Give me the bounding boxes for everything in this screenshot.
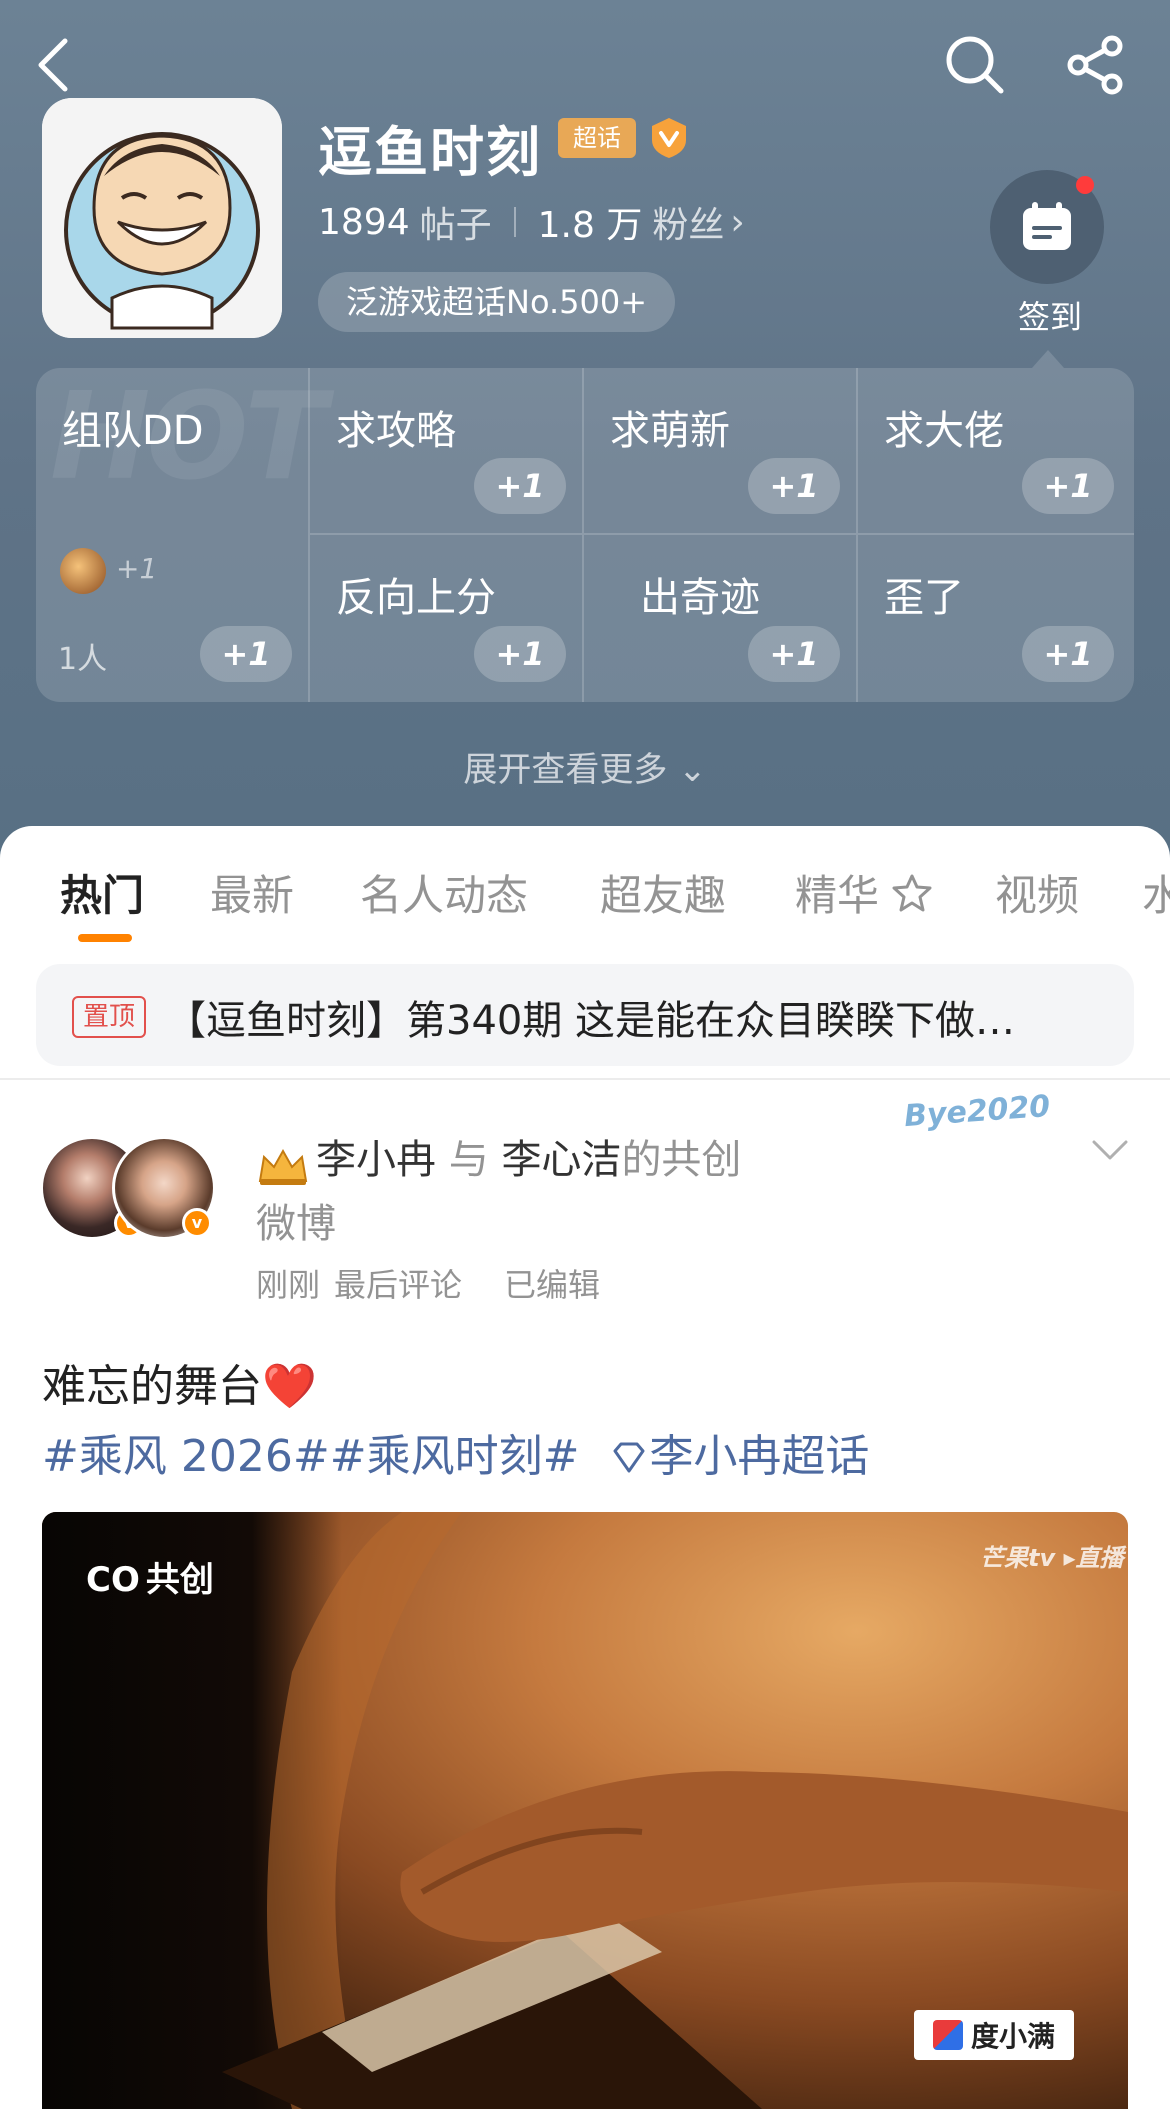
- divider: [0, 1078, 1170, 1080]
- tab-video[interactable]: 视频: [995, 862, 1079, 923]
- diamond-icon: [609, 1431, 649, 1482]
- back-arrow-icon[interactable]: [18, 30, 88, 100]
- cocreate-text: 共创: [145, 1560, 214, 1600]
- calendar-icon: [1023, 202, 1071, 250]
- rank-pill[interactable]: 泛游戏超话No.500+: [318, 272, 676, 332]
- hashtag-link[interactable]: #乘风 2026##乘风时刻#: [42, 1431, 579, 1482]
- tab-latest[interactable]: 最新: [210, 862, 294, 923]
- tag-name: 求大佬: [884, 408, 1004, 454]
- verified-shield-icon: [648, 116, 690, 160]
- tag-name: 求萌新: [610, 408, 730, 454]
- pinned-badge: 置顶: [72, 996, 146, 1038]
- tag-name: 组队DD: [62, 408, 204, 454]
- chevron-down-icon[interactable]: [1090, 1138, 1130, 1166]
- feed-tabs: 热门 最新 名人动态 超友趣 精华 视频 水: [0, 862, 1170, 932]
- pinned-post[interactable]: 置顶 【逗鱼时刻】第340期 这是能在众目睽睽下做…: [36, 964, 1134, 1066]
- super-badge: 超话: [558, 118, 636, 158]
- grid-pointer: [1032, 350, 1064, 368]
- tag-cell-team[interactable]: HOT 组队DD +1 1人 +1: [36, 368, 326, 702]
- supertopic-stats: 1894 帖子 1.8 万 粉丝 ›: [318, 196, 745, 248]
- crown-icon: [256, 1142, 310, 1185]
- pinned-title: 【逗鱼时刻】第340期 这是能在众目睽睽下做…: [166, 998, 1016, 1044]
- team-avatar-plus: +1: [116, 552, 158, 585]
- tag-cell[interactable]: 歪了 +1: [858, 535, 1134, 702]
- share-icon[interactable]: [1060, 30, 1130, 100]
- tag-name: 反向上分: [336, 575, 496, 621]
- plus-one-button[interactable]: +1: [474, 626, 566, 682]
- essence-icon: [892, 874, 932, 912]
- sponsor-logo-icon: [932, 2020, 963, 2050]
- plus-one-button[interactable]: +1: [748, 626, 840, 682]
- edited-label: 已编辑: [504, 1266, 601, 1304]
- supertopic-avatar[interactable]: [42, 98, 282, 338]
- fans-count[interactable]: 1.8 万: [538, 196, 643, 248]
- supertopic-link[interactable]: 李小冉超话: [649, 1431, 869, 1482]
- last-comment-label: 最后评论: [334, 1266, 463, 1304]
- mango-tv-watermark: 芒果tv ▸直播: [980, 1544, 1124, 1572]
- post-video[interactable]: CO 共创 芒果tv ▸直播 度小满: [42, 1512, 1128, 2109]
- notification-dot: [1076, 176, 1094, 194]
- tag-cell[interactable]: 求大佬 +1: [858, 368, 1134, 535]
- plus-one-button[interactable]: +1: [1022, 626, 1114, 682]
- posts-label: 帖子: [419, 205, 492, 246]
- tag-cell[interactable]: 求萌新 +1: [584, 368, 858, 535]
- fans-label[interactable]: 粉丝: [652, 196, 724, 248]
- stats-divider: [513, 207, 516, 237]
- search-icon[interactable]: [940, 30, 1010, 100]
- plus-one-button[interactable]: +1: [748, 458, 840, 514]
- coauthor-name[interactable]: 李心洁: [501, 1137, 621, 1183]
- post-time: 刚刚: [256, 1266, 321, 1304]
- tag-grid: HOT 组队DD +1 1人 +1 求攻略 +1 求萌新 +1 求大佬 +1 反…: [36, 368, 1134, 702]
- sponsor-badge: 度小满: [914, 2010, 1074, 2060]
- posts-count: 1894: [318, 201, 410, 243]
- verified-badge-icon: v: [182, 1208, 212, 1238]
- plus-one-button[interactable]: +1: [1022, 458, 1114, 514]
- tab-hot[interactable]: 热门: [60, 862, 144, 923]
- tag-name: 歪了: [884, 575, 964, 621]
- tag-name: 出奇迹: [640, 575, 760, 621]
- avatar: [60, 548, 106, 594]
- tag-cell[interactable]: 出奇迹 +1: [584, 535, 858, 702]
- plus-one-button[interactable]: +1: [474, 458, 566, 514]
- conjunction: 与: [448, 1137, 489, 1183]
- supertopic-title: 逗鱼时刻: [318, 121, 542, 184]
- author-name[interactable]: 李小冉: [316, 1137, 436, 1183]
- checkin-label[interactable]: 签到: [1010, 292, 1090, 338]
- team-count: 1人: [58, 642, 108, 677]
- fans-arrow[interactable]: ›: [730, 202, 744, 243]
- post-meta: 刚刚 最后评论 已编辑: [256, 1260, 600, 1306]
- post-author-line: 李小冉 与 李心洁的共创微博: [256, 1128, 776, 1256]
- plus-one-button[interactable]: +1: [200, 626, 292, 682]
- tab-celebrity[interactable]: 名人动态: [360, 862, 528, 923]
- tab-more[interactable]: 水: [1142, 862, 1170, 923]
- supertopic-header: 逗鱼时刻 超话 1894 帖子 1.8 万 粉丝 › 泛游戏超话No.500+ …: [0, 0, 1170, 860]
- cocreate-icon: CO: [86, 1560, 140, 1600]
- tag-cell[interactable]: 求攻略 +1: [310, 368, 584, 535]
- tab-fun[interactable]: 超友趣: [600, 862, 726, 923]
- cocreate-label: CO 共创: [86, 1552, 214, 1601]
- post-tags: #乘风 2026##乘风时刻# 李小冉超话: [42, 1420, 869, 1484]
- post-body: 难忘的舞台❤️: [42, 1361, 317, 1412]
- tag-name: 求攻略: [336, 408, 456, 454]
- active-tab-indicator: [78, 934, 132, 942]
- tag-cell[interactable]: 反向上分 +1: [310, 535, 584, 702]
- tab-essence[interactable]: 精华: [795, 862, 879, 923]
- sponsor-name: 度小满: [970, 2020, 1055, 2053]
- expand-more-button[interactable]: 展开查看更多 ⌄: [0, 742, 1170, 791]
